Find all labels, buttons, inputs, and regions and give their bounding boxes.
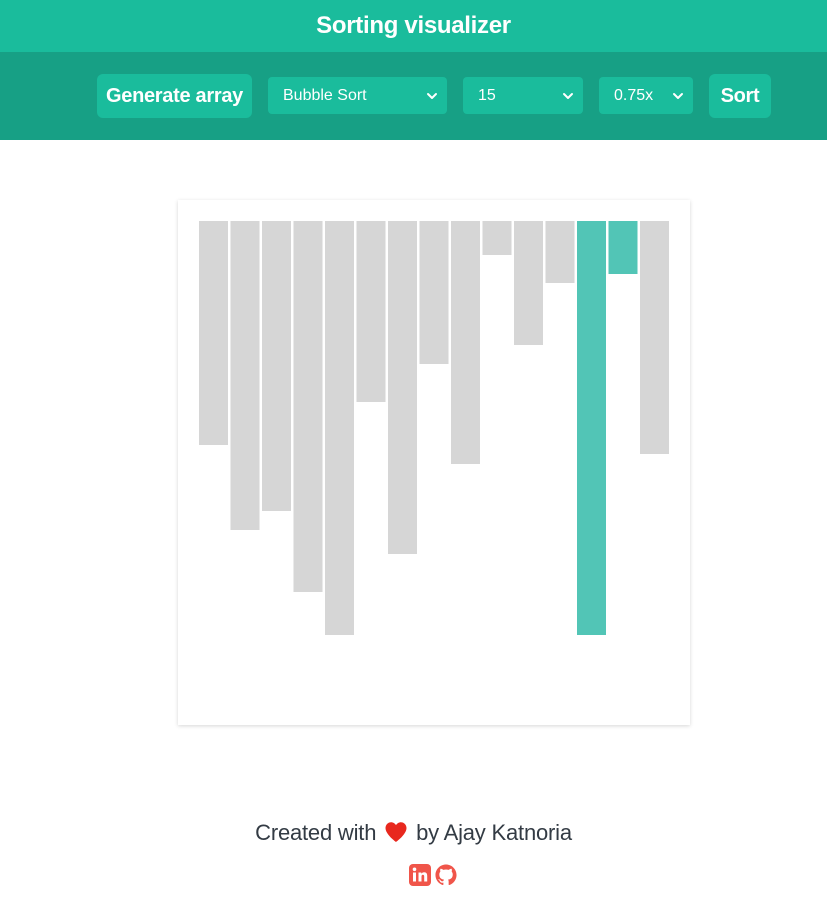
sort-button[interactable]: Sort — [709, 74, 771, 118]
array-size-select-value: 15 — [478, 86, 496, 104]
chevron-down-icon — [563, 92, 573, 99]
array-bar — [514, 221, 543, 345]
github-icon[interactable] — [435, 864, 457, 886]
array-bar — [325, 221, 354, 635]
array-bar — [293, 221, 323, 592]
array-bar — [419, 221, 449, 364]
chevron-down-icon — [427, 92, 437, 99]
array-bar — [199, 221, 228, 445]
array-bar-active — [577, 221, 606, 635]
footer-credit: Created with by Ajay Katnoria — [0, 820, 827, 846]
array-bar — [640, 221, 669, 454]
toolbar: Generate array Bubble Sort 15 0.75x Sort — [0, 52, 827, 140]
array-bar — [545, 221, 575, 283]
array-bar — [262, 221, 291, 511]
header-bar: Sorting visualizer — [0, 0, 827, 52]
bars-chart — [199, 221, 669, 635]
social-links — [409, 864, 457, 886]
array-bar — [451, 221, 480, 464]
chevron-down-icon — [673, 92, 683, 99]
array-bar-active — [608, 221, 638, 274]
array-size-select[interactable]: 15 — [463, 77, 583, 114]
visualizer-canvas — [178, 200, 690, 725]
heart-icon — [385, 822, 407, 842]
speed-select[interactable]: 0.75x — [599, 77, 693, 114]
page-title: Sorting visualizer — [316, 12, 511, 39]
array-bar — [482, 221, 512, 255]
array-bar — [230, 221, 260, 530]
generate-array-button[interactable]: Generate array — [97, 74, 252, 118]
footer-suffix: by Ajay Katnoria — [416, 820, 572, 845]
footer-prefix: Created with — [255, 820, 377, 845]
algorithm-select[interactable]: Bubble Sort — [268, 77, 447, 114]
array-bar — [356, 221, 386, 402]
linkedin-icon[interactable] — [409, 864, 431, 886]
array-bar — [388, 221, 417, 554]
algorithm-select-value: Bubble Sort — [283, 86, 367, 104]
speed-select-value: 0.75x — [614, 86, 654, 104]
